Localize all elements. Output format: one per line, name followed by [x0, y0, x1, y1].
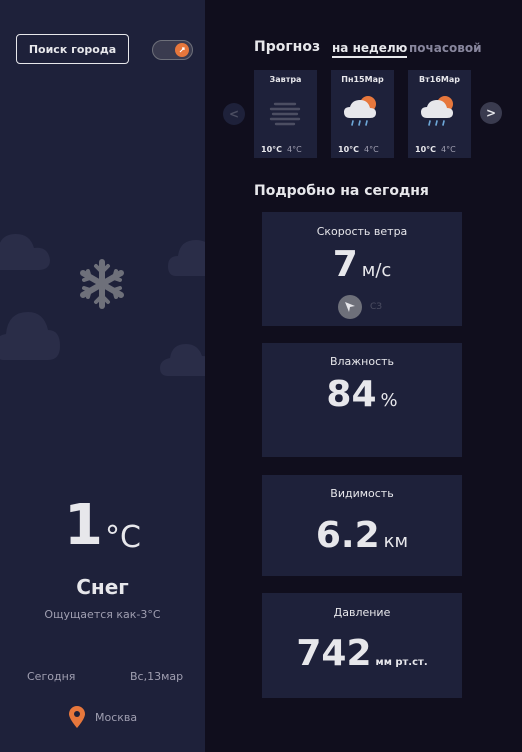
forecast-max: 10°C: [261, 145, 283, 154]
wind-label: Скорость ветра: [316, 225, 408, 238]
sidebar: Поиск города 1°C Снег Ощущается как-3°C …: [0, 0, 205, 752]
wind-unit: м/с: [361, 260, 392, 281]
humidity-unit: %: [380, 390, 398, 411]
snowflake-icon: [80, 259, 124, 309]
feels-like: Ощущается как-3°C: [44, 608, 161, 621]
background-cloud-icon: [0, 312, 60, 360]
toggle-icon: [175, 43, 189, 57]
current-temperature: 1°C: [0, 498, 205, 556]
highlights-title: Подробно на сегодня: [254, 183, 429, 199]
location: Москва: [69, 706, 137, 728]
background-cloud-icon: [160, 344, 205, 376]
search-city-button[interactable]: Поиск города: [16, 34, 129, 64]
location-pin-icon: [69, 706, 85, 728]
forecast-day: Завтра: [269, 75, 302, 84]
forecast-day: Вт16Мар: [419, 75, 460, 84]
pressure-value-row: 742 мм рт.ст.: [262, 633, 462, 674]
theme-toggle[interactable]: [152, 40, 193, 60]
humidity-value: 84: [326, 374, 377, 415]
wind-direction-label: СЗ: [370, 302, 383, 312]
fog-icon: [269, 102, 301, 126]
forecast-min: 4°C: [287, 145, 302, 154]
forecast-card[interactable]: Завтра 10°C 4°C: [254, 70, 317, 158]
wind-value: 7: [332, 244, 358, 285]
tab-week[interactable]: на неделю: [332, 41, 408, 58]
forecast-max: 10°C: [338, 145, 360, 154]
visibility-value: 6.2: [315, 515, 380, 556]
humidity-value-row: 84%: [262, 374, 462, 415]
pressure-value: 742: [296, 633, 372, 674]
current-date: Вс,13мар: [130, 670, 184, 683]
visibility-value-row: 6.2 км: [262, 515, 462, 556]
temperature-unit: °C: [105, 520, 141, 555]
tab-hourly[interactable]: почасовой: [409, 41, 481, 55]
humidity-card: Влажность 84%: [262, 343, 462, 457]
prev-button[interactable]: <: [223, 103, 245, 125]
location-name: Москва: [95, 710, 138, 724]
temperature-value: 1: [64, 493, 103, 558]
visibility-label: Видимость: [330, 487, 394, 500]
forecast-card[interactable]: Пн15Мар 10°C 4°C: [331, 70, 394, 158]
background-cloud-icon: [168, 240, 205, 276]
pressure-unit: мм рт.ст.: [375, 657, 428, 668]
chevron-right-icon: >: [485, 106, 497, 120]
forecast-title: Прогноз: [254, 39, 321, 55]
navigation-arrow-icon: [338, 295, 362, 319]
chevron-left-icon: <: [228, 107, 240, 121]
forecast-min: 4°C: [364, 145, 379, 154]
wind-direction: СЗ: [338, 295, 382, 319]
forecast-max: 10°C: [415, 145, 437, 154]
pressure-label: Давление: [333, 606, 391, 619]
pressure-card: Давление 742 мм рт.ст.: [262, 593, 462, 698]
sun-rain-cloud-icon: [421, 96, 453, 126]
sun-rain-cloud-icon: [344, 96, 376, 126]
humidity-label: Влажность: [329, 355, 395, 368]
background-cloud-icon: [0, 234, 50, 270]
forecast-min: 4°C: [441, 145, 456, 154]
forecast-day: Пн15Мар: [341, 75, 384, 84]
wind-value-row: 7 м/с: [262, 244, 462, 285]
visibility-card: Видимость 6.2 км: [262, 475, 462, 576]
next-button[interactable]: >: [480, 102, 502, 124]
today-label: Сегодня: [27, 670, 76, 683]
forecast-card[interactable]: Вт16Мар 10°C 4°C: [408, 70, 471, 158]
weather-condition: Снег: [76, 575, 129, 599]
visibility-unit: км: [383, 531, 409, 552]
